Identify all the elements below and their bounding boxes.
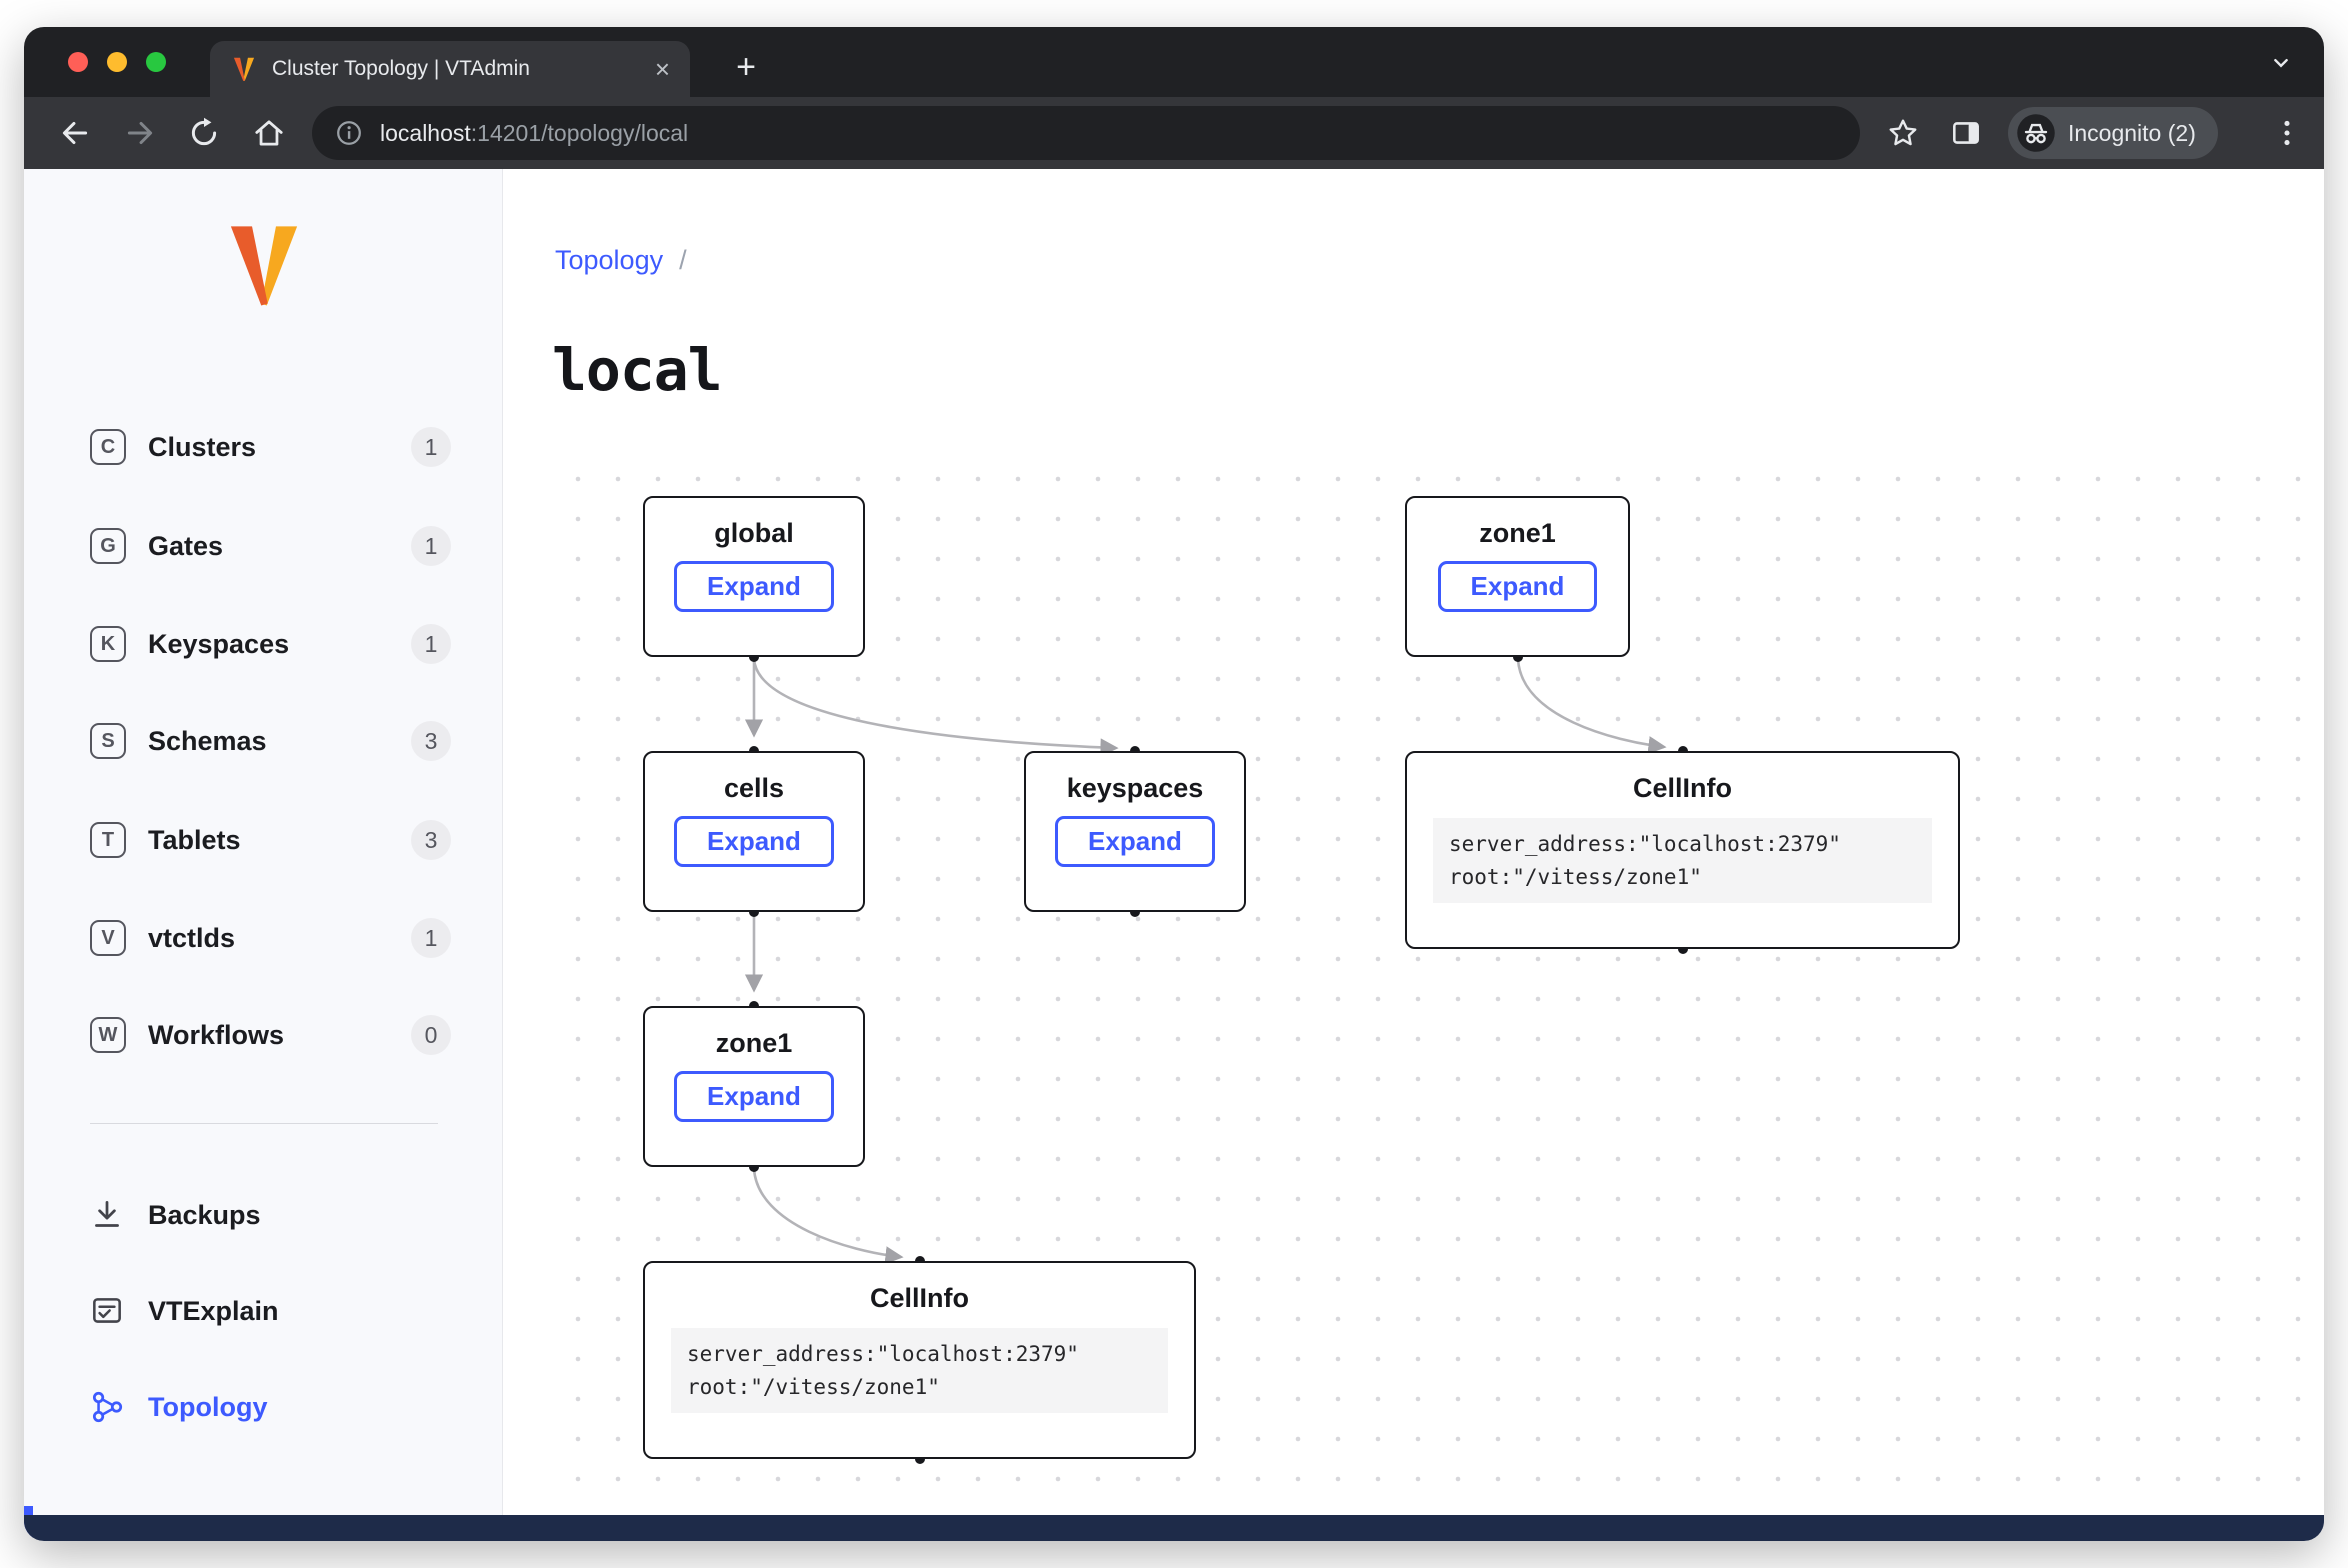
node-title: zone1 bbox=[1407, 518, 1628, 549]
tablets-icon: T bbox=[90, 822, 126, 858]
side-panel-icon[interactable] bbox=[1949, 116, 1983, 150]
url-domain: localhost bbox=[380, 120, 471, 146]
close-window-button[interactable] bbox=[68, 52, 88, 72]
topology-node-global: global Expand bbox=[643, 496, 865, 657]
site-info-icon[interactable] bbox=[334, 118, 364, 148]
breadcrumb-separator: / bbox=[679, 245, 687, 275]
tab-close-icon[interactable]: × bbox=[655, 56, 670, 82]
cellinfo-code-block: server_address:"localhost:2379" root:"/v… bbox=[671, 1328, 1168, 1413]
tablets-count-badge: 3 bbox=[411, 820, 451, 860]
schemas-icon: S bbox=[90, 723, 126, 759]
browser-window: Cluster Topology | VTAdmin × + bbox=[24, 27, 2324, 1541]
node-title: cells bbox=[645, 773, 863, 804]
workflows-count-badge: 0 bbox=[411, 1015, 451, 1055]
expand-button-keyspaces[interactable]: Expand bbox=[1055, 816, 1215, 867]
expand-button-zone1-top[interactable]: Expand bbox=[1438, 561, 1598, 612]
bookmark-star-icon[interactable] bbox=[1886, 116, 1920, 150]
browser-tab[interactable]: Cluster Topology | VTAdmin × bbox=[210, 41, 690, 97]
node-title: CellInfo bbox=[1407, 773, 1958, 804]
node-title: CellInfo bbox=[645, 1283, 1194, 1314]
sidebar-item-vtexplain[interactable]: VTExplain bbox=[24, 1275, 502, 1347]
back-icon[interactable] bbox=[58, 116, 92, 150]
tab-strip: Cluster Topology | VTAdmin × + bbox=[24, 27, 2324, 97]
workflows-icon: W bbox=[90, 1017, 126, 1053]
forward-icon[interactable] bbox=[123, 116, 157, 150]
vitess-favicon-icon bbox=[230, 55, 258, 83]
keyspaces-count-badge: 1 bbox=[411, 624, 451, 664]
url-bar[interactable]: localhost:14201/topology/local bbox=[312, 106, 1860, 160]
topology-graph-icon bbox=[88, 1388, 126, 1426]
gates-count-badge: 1 bbox=[411, 526, 451, 566]
expand-button-global[interactable]: Expand bbox=[674, 561, 834, 612]
incognito-icon bbox=[2016, 113, 2056, 153]
window-footer-bar bbox=[24, 1515, 2324, 1541]
vitess-logo bbox=[218, 217, 310, 313]
cellinfo-code-block: server_address:"localhost:2379" root:"/v… bbox=[1433, 818, 1932, 903]
backups-download-icon bbox=[88, 1196, 126, 1234]
sidebar-divider bbox=[90, 1123, 438, 1124]
page-title: local bbox=[552, 336, 722, 404]
expand-button-cells[interactable]: Expand bbox=[674, 816, 834, 867]
breadcrumb-topology-link[interactable]: Topology bbox=[555, 245, 663, 275]
sidebar: C Clusters 1 G Gates 1 K Keyspaces 1 S S… bbox=[24, 169, 503, 1515]
sidebar-item-topology[interactable]: Topology bbox=[24, 1371, 502, 1443]
vtctlds-count-badge: 1 bbox=[411, 918, 451, 958]
vtexplain-icon bbox=[88, 1292, 126, 1330]
incognito-label: Incognito (2) bbox=[2068, 120, 2196, 147]
keyspaces-icon: K bbox=[90, 626, 126, 662]
topology-node-cellinfo-bottom: CellInfo server_address:"localhost:2379"… bbox=[643, 1261, 1196, 1459]
breadcrumb: Topology / bbox=[555, 245, 687, 276]
maximize-window-button[interactable] bbox=[146, 52, 166, 72]
node-title: zone1 bbox=[645, 1028, 863, 1059]
sidebar-item-keyspaces[interactable]: K Keyspaces 1 bbox=[24, 608, 502, 680]
topology-node-cellinfo-right: CellInfo server_address:"localhost:2379"… bbox=[1405, 751, 1960, 949]
sidebar-item-schemas[interactable]: S Schemas 3 bbox=[24, 705, 502, 777]
incognito-badge[interactable]: Incognito (2) bbox=[2008, 107, 2218, 159]
topology-node-zone1-bottom: zone1 Expand bbox=[643, 1006, 865, 1167]
url-path: :14201/topology/local bbox=[471, 120, 688, 146]
menu-kebab-icon[interactable] bbox=[2270, 116, 2304, 150]
schemas-count-badge: 3 bbox=[411, 721, 451, 761]
chevron-down-icon[interactable] bbox=[2266, 48, 2296, 78]
home-icon[interactable] bbox=[252, 116, 286, 150]
browser-toolbar: localhost:14201/topology/local Incognito… bbox=[24, 97, 2324, 169]
sidebar-item-tablets[interactable]: T Tablets 3 bbox=[24, 804, 502, 876]
tab-title: Cluster Topology | VTAdmin bbox=[272, 57, 645, 81]
sidebar-item-workflows[interactable]: W Workflows 0 bbox=[24, 999, 502, 1071]
sidebar-item-backups[interactable]: Backups bbox=[24, 1179, 502, 1251]
screen: Cluster Topology | VTAdmin × + bbox=[0, 0, 2348, 1568]
new-tab-button[interactable]: + bbox=[724, 45, 768, 89]
sidebar-item-clusters[interactable]: C Clusters 1 bbox=[24, 411, 502, 483]
node-title: keyspaces bbox=[1026, 773, 1244, 804]
main-area: Topology / local bbox=[502, 169, 2324, 1515]
clusters-icon: C bbox=[90, 429, 126, 465]
clusters-count-badge: 1 bbox=[411, 427, 451, 467]
topology-node-zone1-top: zone1 Expand bbox=[1405, 496, 1630, 657]
sidebar-item-gates[interactable]: G Gates 1 bbox=[24, 510, 502, 582]
gates-icon: G bbox=[90, 528, 126, 564]
minimize-window-button[interactable] bbox=[107, 52, 127, 72]
topology-node-cells: cells Expand bbox=[643, 751, 865, 912]
reload-icon[interactable] bbox=[187, 116, 221, 150]
node-title: global bbox=[645, 518, 863, 549]
expand-button-zone1-bottom[interactable]: Expand bbox=[674, 1071, 834, 1122]
topology-node-keyspaces: keyspaces Expand bbox=[1024, 751, 1246, 912]
page-content: C Clusters 1 G Gates 1 K Keyspaces 1 S S… bbox=[24, 169, 2324, 1541]
url-text: localhost:14201/topology/local bbox=[380, 120, 688, 147]
vtctlds-icon: V bbox=[90, 920, 126, 956]
sidebar-item-vtctlds[interactable]: V vtctlds 1 bbox=[24, 902, 502, 974]
window-controls bbox=[68, 52, 166, 72]
